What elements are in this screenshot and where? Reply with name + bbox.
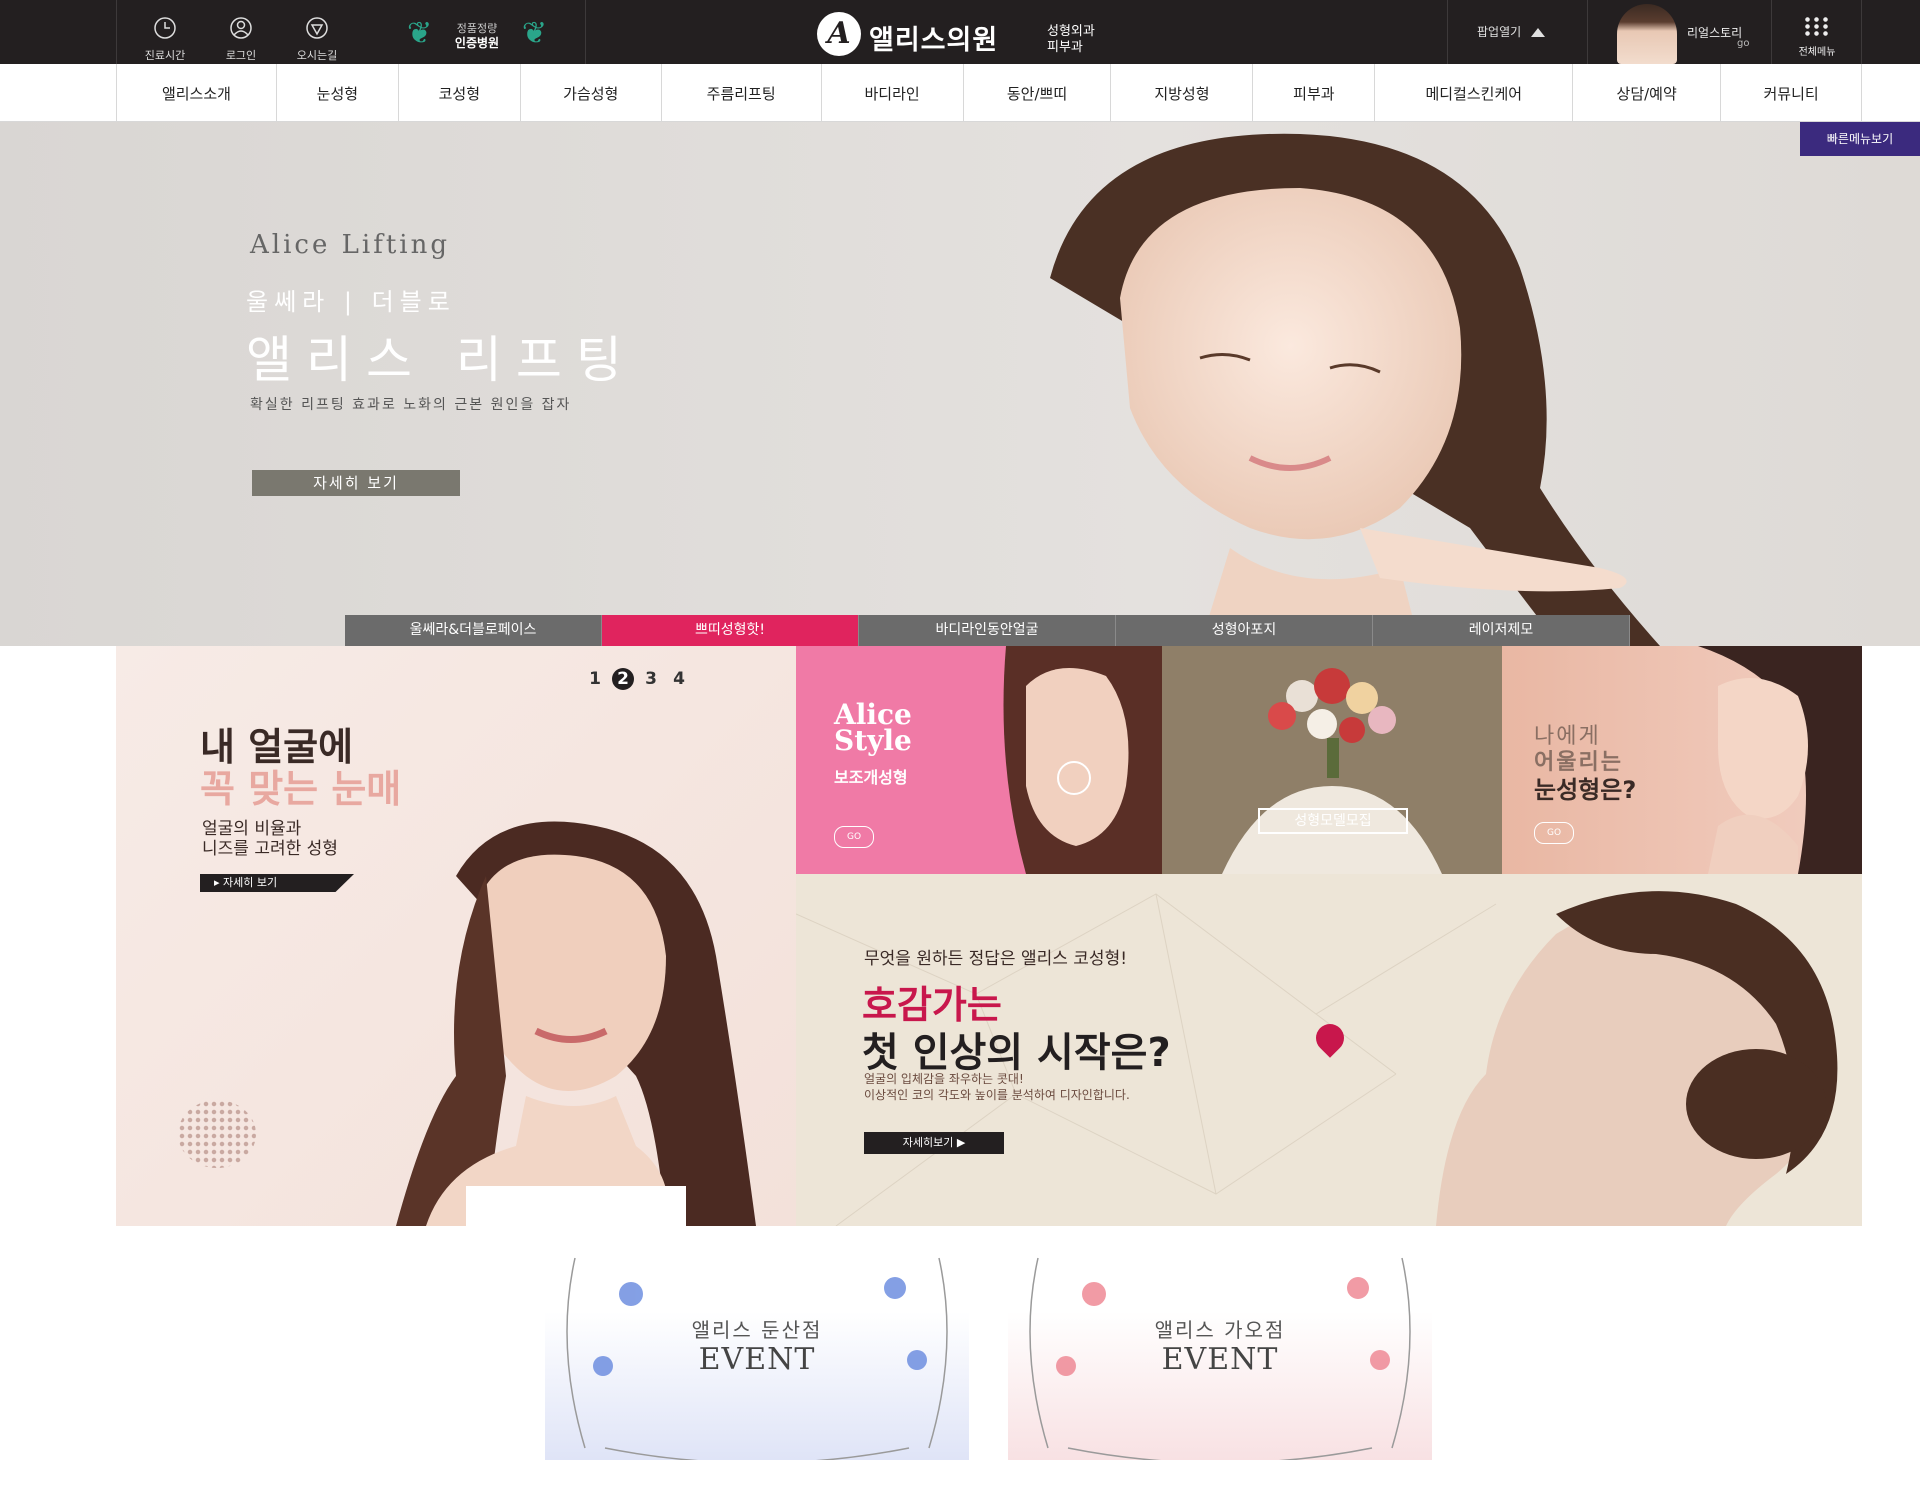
nav-item-about[interactable]: 앨리스소개	[117, 64, 277, 122]
nose-banner-text: 이상적인 코의 각도와 높이를 분석하여 디자인합니다.	[864, 1088, 1130, 1102]
style-banner-ko: 보조개성형	[834, 768, 908, 787]
certified-badge: ❦ 정품정량 인증병원 ❦	[407, 14, 547, 54]
nav-item-skincare[interactable]: 메디컬스킨케어	[1375, 64, 1574, 122]
laurel-left-icon: ❦	[407, 16, 433, 51]
hero-en-title: Alice Lifting	[250, 230, 450, 260]
triangle-up-icon	[1531, 28, 1546, 37]
event-branch-name: 앨리스 둔산점	[691, 1318, 823, 1342]
main-navigation-inner: 앨리스소개 눈성형 코성형 가슴성형 주름리프팅 바디라인 동안/쁘띠 지방성형…	[116, 64, 1863, 122]
hero-title: 앨리스 리프팅	[246, 331, 636, 389]
pager-item[interactable]: 1	[584, 668, 606, 690]
grid-menu-icon	[1803, 16, 1831, 36]
nav-item-lifting[interactable]: 주름리프팅	[662, 64, 822, 122]
style-banner-en2: Style	[834, 724, 912, 757]
logo-sub2: 피부과	[1047, 40, 1083, 55]
model-recruit-banner[interactable]: 성형모델모집	[1162, 646, 1502, 874]
all-menu-button[interactable]: 전체메뉴	[1771, 0, 1863, 64]
top-bar: 진료시간 로그인 오시는길 ❦ 정품정량 인증병원 ❦ A 앨리스의원 성형외과…	[0, 0, 1920, 64]
nav-item-community[interactable]: 커뮤니티	[1721, 64, 1863, 122]
real-story-link[interactable]: 리얼스토리 go	[1587, 0, 1771, 64]
hero-more-button[interactable]: 자세히 보기	[252, 470, 460, 496]
nav-item-petit[interactable]: 동안/쁘띠	[964, 64, 1112, 122]
hero-tab-ulthera[interactable]: 울쎄라&더블로페이스	[345, 615, 602, 646]
logo-mark: A	[817, 12, 861, 56]
hours-link[interactable]: 진료시간	[127, 0, 203, 64]
promo-banners: 1234 내 얼굴에 꼭 맞는 눈매 얼굴의 비율과 니즈를 고려한 성형 ▸ …	[116, 646, 1862, 1226]
all-menu-label: 전체메뉴	[1798, 47, 1836, 58]
nav-item-breast[interactable]: 가슴성형	[521, 64, 662, 122]
eye-banner-model-image	[396, 821, 756, 1226]
eye-surgery-banner[interactable]: 1234 내 얼굴에 꼭 맞는 눈매 얼굴의 비율과 니즈를 고려한 성형 ▸ …	[116, 646, 796, 1226]
laurel-right-icon: ❦	[521, 16, 547, 51]
model-recruit-button[interactable]: 성형모델모집	[1258, 808, 1408, 834]
event-card-dunsan[interactable]: 앨리스 둔산점 EVENT	[545, 1248, 969, 1460]
eye-banner-more-button[interactable]: ▸ 자세히 보기	[200, 874, 354, 892]
event-label: EVENT	[698, 1342, 816, 1377]
event-branch-name: 앨리스 가오점	[1154, 1318, 1286, 1342]
nav-item-nose[interactable]: 코성형	[399, 64, 521, 122]
style-banner-model-image	[1003, 646, 1162, 874]
pager-item-active[interactable]: 2	[612, 668, 634, 690]
quick-menu-button[interactable]: 빠른메뉴보기	[1800, 122, 1920, 156]
top-bar-inner: 진료시간 로그인 오시는길 ❦ 정품정량 인증병원 ❦ A 앨리스의원 성형외과…	[116, 0, 1862, 64]
story-go: go	[1737, 38, 1750, 49]
popup-open-label: 팝업열기	[1477, 25, 1522, 39]
banner-pager: 1234	[584, 668, 696, 690]
hero-subtitle: 울쎄라 | 더블로	[246, 288, 456, 316]
model-thumbnail	[1617, 4, 1677, 64]
hero-banner: Alice Lifting 울쎄라 | 더블로 앨리스 리프팅 확실한 리프팅 …	[0, 122, 1920, 646]
logo-name: 앨리스의원	[869, 25, 999, 56]
login-link[interactable]: 로그인	[203, 0, 279, 64]
hours-label: 진료시간	[144, 49, 186, 62]
event-card-gao[interactable]: 앨리스 가오점 EVENT	[1008, 1248, 1432, 1460]
hero-model-image	[1050, 133, 1660, 646]
main-navigation: 앨리스소개 눈성형 코성형 가슴성형 주름리프팅 바디라인 동안/쁘띠 지방성형…	[0, 64, 1920, 122]
eye-banner-headline-accent: 꼭 맞는 눈매	[200, 767, 402, 811]
nose-banner-text: 얼굴의 입체감을 좌우하는 콧대!	[864, 1072, 1024, 1086]
event-label: EVENT	[1161, 1342, 1279, 1377]
eye-suit-banner[interactable]: 나에게 어울리는 눈성형은? GO	[1502, 646, 1862, 874]
hero-tab-laser[interactable]: 레이저제모	[1373, 615, 1630, 646]
suit-banner-model-image	[1698, 646, 1862, 874]
style-banner-go-button[interactable]: GO	[834, 826, 874, 848]
popup-open-button[interactable]: 팝업열기	[1447, 0, 1587, 64]
hero-tab-bodyline[interactable]: 바디라인동안얼굴	[859, 615, 1116, 646]
directions-label: 오시는길	[296, 49, 338, 62]
nose-surgery-banner[interactable]: 무엇을 원하든 정답은 앨리스 코성형! 호감가는 첫 인상의 시작은? 얼굴의…	[796, 874, 1862, 1226]
story-label: 리얼스토리	[1687, 26, 1743, 40]
dimple-surgery-banner[interactable]: Alice Style 보조개성형 GO	[796, 646, 1162, 874]
style-banner-en: Alice Style	[834, 701, 912, 757]
pager-item[interactable]: 4	[668, 668, 690, 690]
nose-banner-more-button[interactable]: 자세히보기 ▶	[864, 1132, 1004, 1154]
user-icon	[230, 17, 252, 39]
flower-bouquet-image	[1162, 646, 1502, 874]
nav-item-dermatology[interactable]: 피부과	[1253, 64, 1376, 122]
hero-description: 확실한 리프팅 효과로 노화의 근본 원인을 잡자	[250, 397, 572, 413]
eye-banner-text: 니즈를 고려한 성형	[202, 839, 338, 859]
map-pin-icon	[306, 17, 328, 39]
directions-link[interactable]: 오시는길	[279, 0, 355, 64]
suit-banner-go-button[interactable]: GO	[1534, 822, 1574, 844]
nav-item-eye[interactable]: 눈성형	[277, 64, 399, 122]
dot-pattern-decoration	[178, 1100, 256, 1168]
badge-line2: 인증병원	[454, 36, 500, 50]
hero-tab-petit[interactable]: 쁘띠성형핫!	[602, 615, 859, 646]
suit-banner-line3: 눈성형은?	[1534, 776, 1637, 804]
pager-item[interactable]: 3	[640, 668, 662, 690]
hero-tab-apogee[interactable]: 성형아포지	[1116, 615, 1373, 646]
login-label: 로그인	[225, 49, 257, 62]
nav-item-consult[interactable]: 상담/예약	[1573, 64, 1722, 122]
divider	[585, 0, 586, 64]
nose-banner-lead: 무엇을 원하든 정답은 앨리스 코성형!	[864, 949, 1128, 969]
nav-item-fat[interactable]: 지방성형	[1111, 64, 1254, 122]
hero-tabs: 울쎄라&더블로페이스 쁘띠성형핫! 바디라인동안얼굴 성형아포지 레이저제모	[345, 615, 1630, 646]
clock-icon	[154, 17, 176, 39]
nav-item-bodyline[interactable]: 바디라인	[822, 64, 964, 122]
